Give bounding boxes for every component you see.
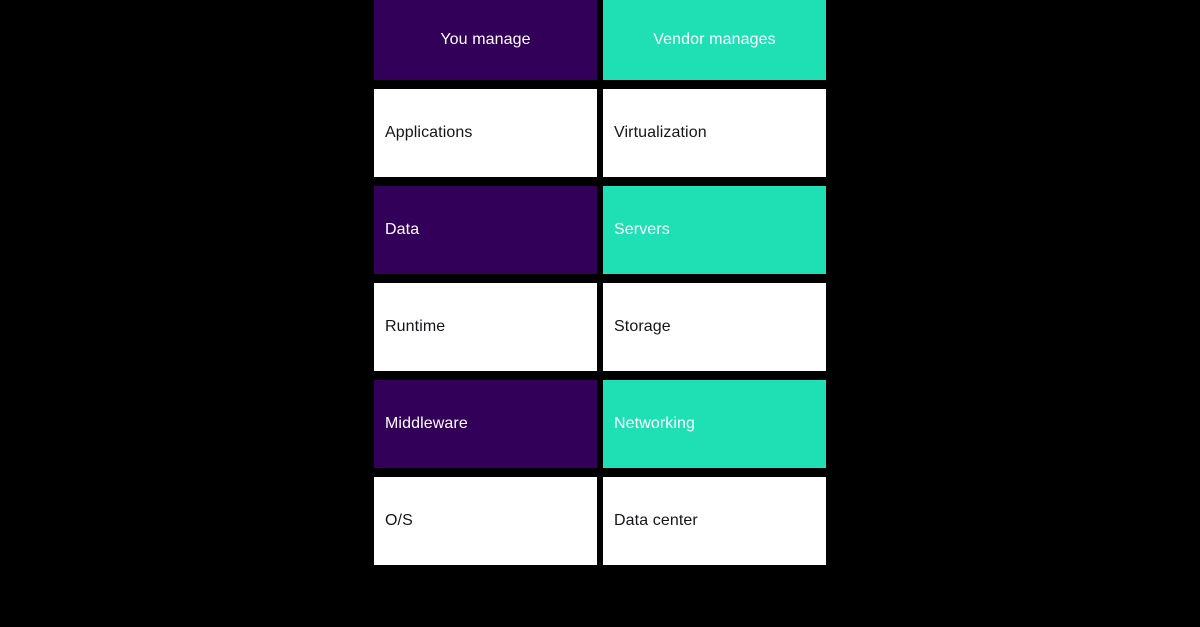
cell-os: O/S: [374, 477, 597, 565]
cell-networking-label: Networking: [614, 415, 696, 432]
cell-networking: Networking: [603, 380, 826, 468]
column-header-vendor-manages: Vendor manages: [603, 0, 826, 80]
cell-data-label: Data: [385, 221, 420, 238]
cell-middleware: Middleware: [374, 380, 597, 468]
responsibility-matrix: You manage Vendor manages Applications V…: [374, 0, 826, 565]
cell-virtualization-label: Virtualization: [614, 124, 707, 141]
cell-middleware-label: Middleware: [385, 415, 468, 432]
responsibility-grid: You manage Vendor manages Applications V…: [374, 0, 826, 565]
cell-virtualization: Virtualization: [603, 89, 826, 177]
cell-data-center: Data center: [603, 477, 826, 565]
cell-runtime-label: Runtime: [385, 318, 446, 335]
cell-os-label: O/S: [385, 512, 413, 529]
cell-data: Data: [374, 186, 597, 274]
cell-data-center-label: Data center: [614, 512, 698, 529]
column-header-you-manage: You manage: [374, 0, 597, 80]
cell-servers-label: Servers: [614, 221, 670, 238]
cell-storage-label: Storage: [614, 318, 671, 335]
cell-storage: Storage: [603, 283, 826, 371]
cell-applications: Applications: [374, 89, 597, 177]
cell-runtime: Runtime: [374, 283, 597, 371]
column-header-you-manage-label: You manage: [440, 31, 531, 49]
cell-applications-label: Applications: [385, 124, 473, 141]
cell-servers: Servers: [603, 186, 826, 274]
column-header-vendor-manages-label: Vendor manages: [653, 31, 776, 49]
